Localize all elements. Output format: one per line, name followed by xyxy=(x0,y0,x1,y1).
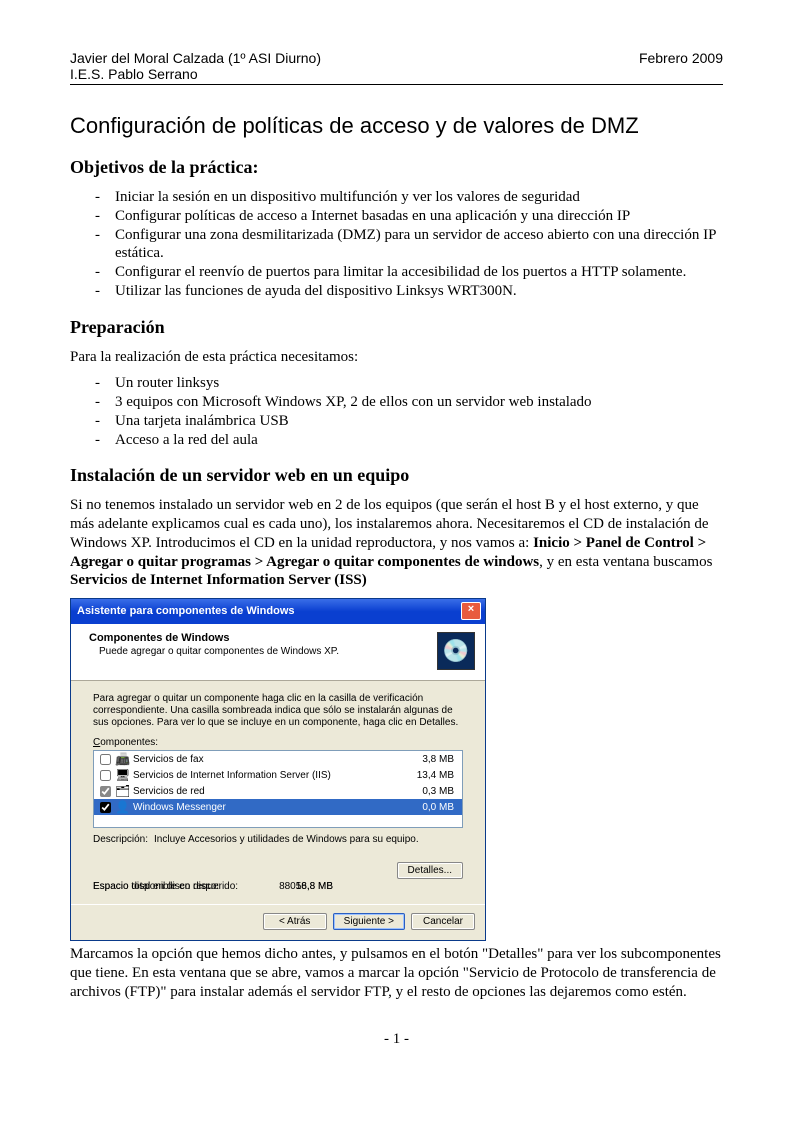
windows-components-dialog: Asistente para componentes de Windows × … xyxy=(70,598,486,941)
component-row-iis[interactable]: 🖥 Servicios de Internet Information Serv… xyxy=(94,767,462,783)
component-row-messenger[interactable]: 👤 Windows Messenger 0,0 MB xyxy=(94,799,462,815)
list-item: Configurar una zona desmilitarizada (DMZ… xyxy=(115,226,723,264)
component-size: 13,4 MB xyxy=(417,770,458,781)
list-item: Configurar políticas de acceso a Interne… xyxy=(115,207,723,226)
messenger-icon: 👤 xyxy=(115,800,129,814)
components-label: Componentes: xyxy=(93,737,463,748)
component-name: Servicios de fax xyxy=(133,754,422,765)
text: , y en esta ventana buscamos xyxy=(539,554,712,570)
component-size: 0,0 MB xyxy=(422,802,458,813)
cd-box-icon: 💿 xyxy=(437,632,475,670)
component-row-fax[interactable]: 📠 Servicios de fax 3,8 MB xyxy=(94,751,462,767)
objetivos-list: Iniciar la sesión en un dispositivo mult… xyxy=(70,188,723,301)
checkbox[interactable] xyxy=(100,770,111,781)
instalacion-paragraph-2: Marcamos la opción que hemos dicho antes… xyxy=(70,945,723,1001)
components-listbox[interactable]: 📠 Servicios de fax 3,8 MB 🖥 Servicios de… xyxy=(93,750,463,828)
list-item: Configurar el reenvío de puertos para li… xyxy=(115,263,723,282)
dialog-title: Asistente para componentes de Windows xyxy=(77,605,295,617)
back-button[interactable]: < Atrás xyxy=(263,913,327,930)
preparacion-list: Un router linksys 3 equipos con Microsof… xyxy=(70,374,723,449)
cancel-button[interactable]: Cancelar xyxy=(411,913,475,930)
section-preparacion-heading: Preparación xyxy=(70,317,723,338)
list-item: Utilizar las funciones de ayuda del disp… xyxy=(115,282,723,301)
banner-subtitle: Puede agregar o quitar componentes de Wi… xyxy=(89,646,437,657)
section-objetivos-heading: Objetivos de la práctica: xyxy=(70,157,723,178)
checkbox[interactable] xyxy=(100,754,111,765)
list-item: 3 equipos con Microsoft Windows XP, 2 de… xyxy=(115,393,723,412)
page-title: Configuración de políticas de acceso y d… xyxy=(70,113,723,139)
list-item: Un router linksys xyxy=(115,374,723,393)
bold-iis: Servicios de Internet Information Server… xyxy=(70,572,367,588)
checkbox[interactable] xyxy=(100,786,111,797)
list-item: Una tarjeta inalámbrica USB xyxy=(115,412,723,431)
dialog-banner: Componentes de Windows Puede agregar o q… xyxy=(71,624,485,681)
component-name: Windows Messenger xyxy=(133,802,422,813)
header-school: I.E.S. Pablo Serrano xyxy=(70,66,321,82)
component-name: Servicios de Internet Information Server… xyxy=(133,770,417,781)
list-item: Iniciar la sesión en un dispositivo mult… xyxy=(115,188,723,207)
preparacion-intro: Para la realización de esta práctica nec… xyxy=(70,348,723,367)
disk-available-value: 88018,8 MB xyxy=(263,881,333,892)
page-number: - 1 - xyxy=(70,1031,723,1048)
dialog-titlebar[interactable]: Asistente para componentes de Windows × xyxy=(71,599,485,624)
header-rule xyxy=(70,84,723,85)
details-button[interactable]: Detalles... xyxy=(397,862,463,879)
header-author: Javier del Moral Calzada (1º ASI Diurno) xyxy=(70,50,321,66)
close-icon[interactable]: × xyxy=(461,602,481,620)
description-text: Incluye Accesorios y utilidades de Windo… xyxy=(154,834,419,845)
dialog-instructions: Para agregar o quitar un componente haga… xyxy=(93,693,463,729)
server-icon: 🖥 xyxy=(115,768,129,782)
description-row: Descripción: Incluye Accesorios y utilid… xyxy=(93,834,463,845)
component-size: 3,8 MB xyxy=(422,754,458,765)
description-label: Descripción: xyxy=(93,834,148,845)
dialog-button-bar: < Atrás Siguiente > Cancelar xyxy=(71,904,485,940)
page-header: Javier del Moral Calzada (1º ASI Diurno)… xyxy=(70,50,723,82)
fax-icon: 📠 xyxy=(115,752,129,766)
next-button[interactable]: Siguiente > xyxy=(333,913,405,930)
checkbox[interactable] xyxy=(100,802,111,813)
disk-available-label: Espacio disponible en disco: xyxy=(93,881,263,892)
component-name: Servicios de red xyxy=(133,786,422,797)
component-size: 0,3 MB xyxy=(422,786,458,797)
network-icon: 🗂 xyxy=(115,784,129,798)
list-item: Acceso a la red del aula xyxy=(115,431,723,450)
instalacion-paragraph-1: Si no tenemos instalado un servidor web … xyxy=(70,496,723,590)
banner-title: Componentes de Windows xyxy=(89,632,437,644)
header-date: Febrero 2009 xyxy=(639,50,723,82)
component-row-network[interactable]: 🗂 Servicios de red 0,3 MB xyxy=(94,783,462,799)
section-instalacion-heading: Instalación de un servidor web en un equ… xyxy=(70,465,723,486)
